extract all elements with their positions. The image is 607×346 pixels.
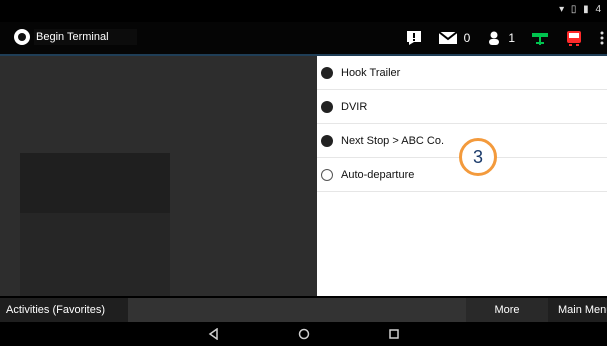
filled-circle-icon [321,100,333,113]
recents-icon [388,329,399,339]
vehicle-button[interactable] [565,29,583,47]
alert-icon [406,31,421,45]
left-panel-mid [20,213,170,296]
list-item-label: Next Stop > ABC Co. [341,134,445,147]
app-logo-icon [14,29,30,45]
title-area[interactable]: Begin Terminal [14,29,137,45]
team-icon [532,33,548,45]
messages-count: 0 [463,31,471,45]
empty-circle-icon [321,168,333,181]
tab-more[interactable]: More [466,298,548,322]
overflow-menu-button[interactable] [599,30,605,46]
envelope-icon [438,31,458,44]
list-item-label: Auto-departure [341,168,415,181]
list-item[interactable]: DVIR [317,90,607,124]
list-item-label: Hook Trailer [341,66,401,79]
nav-recents-button[interactable] [349,328,439,340]
tab-filler [128,298,466,322]
users-button[interactable]: 1 [486,30,515,46]
filled-circle-icon [321,134,333,147]
left-pane [0,56,317,296]
home-icon [298,328,309,340]
nav-back-button[interactable] [169,328,259,340]
more-vert-icon [600,31,604,45]
bus-icon [567,31,581,46]
status-icons: ▾ ▯ ▮ 4 [559,4,603,15]
messages-button[interactable]: 0 [438,31,471,45]
tab-main-menu[interactable]: Main Menu [548,298,607,322]
person-icon [489,31,500,45]
app-title: Begin Terminal [34,29,137,45]
action-icons: 0 1 [406,22,607,54]
alert-button[interactable] [406,30,422,46]
list-item[interactable]: Hook Trailer [317,56,607,90]
users-count: 1 [508,31,515,45]
left-panel-dark [20,153,170,213]
nav-home-button[interactable] [259,328,349,340]
bottom-tab-bar: Activities (Favorites) More Main Menu [0,298,607,322]
annotation-marker: 3 [459,138,497,176]
team-button[interactable] [531,30,549,46]
activities-list: Hook Trailer DVIR Next Stop > ABC Co. Au… [317,56,607,296]
back-icon [208,328,218,340]
navigation-bar [0,322,607,346]
tab-activities-favorites[interactable]: Activities (Favorites) [0,298,128,322]
list-item-label: DVIR [341,100,368,113]
status-bar: ▾ ▯ ▮ 4 [0,0,607,22]
action-bar: Begin Terminal 0 1 [0,22,607,56]
filled-circle-icon [321,66,333,79]
